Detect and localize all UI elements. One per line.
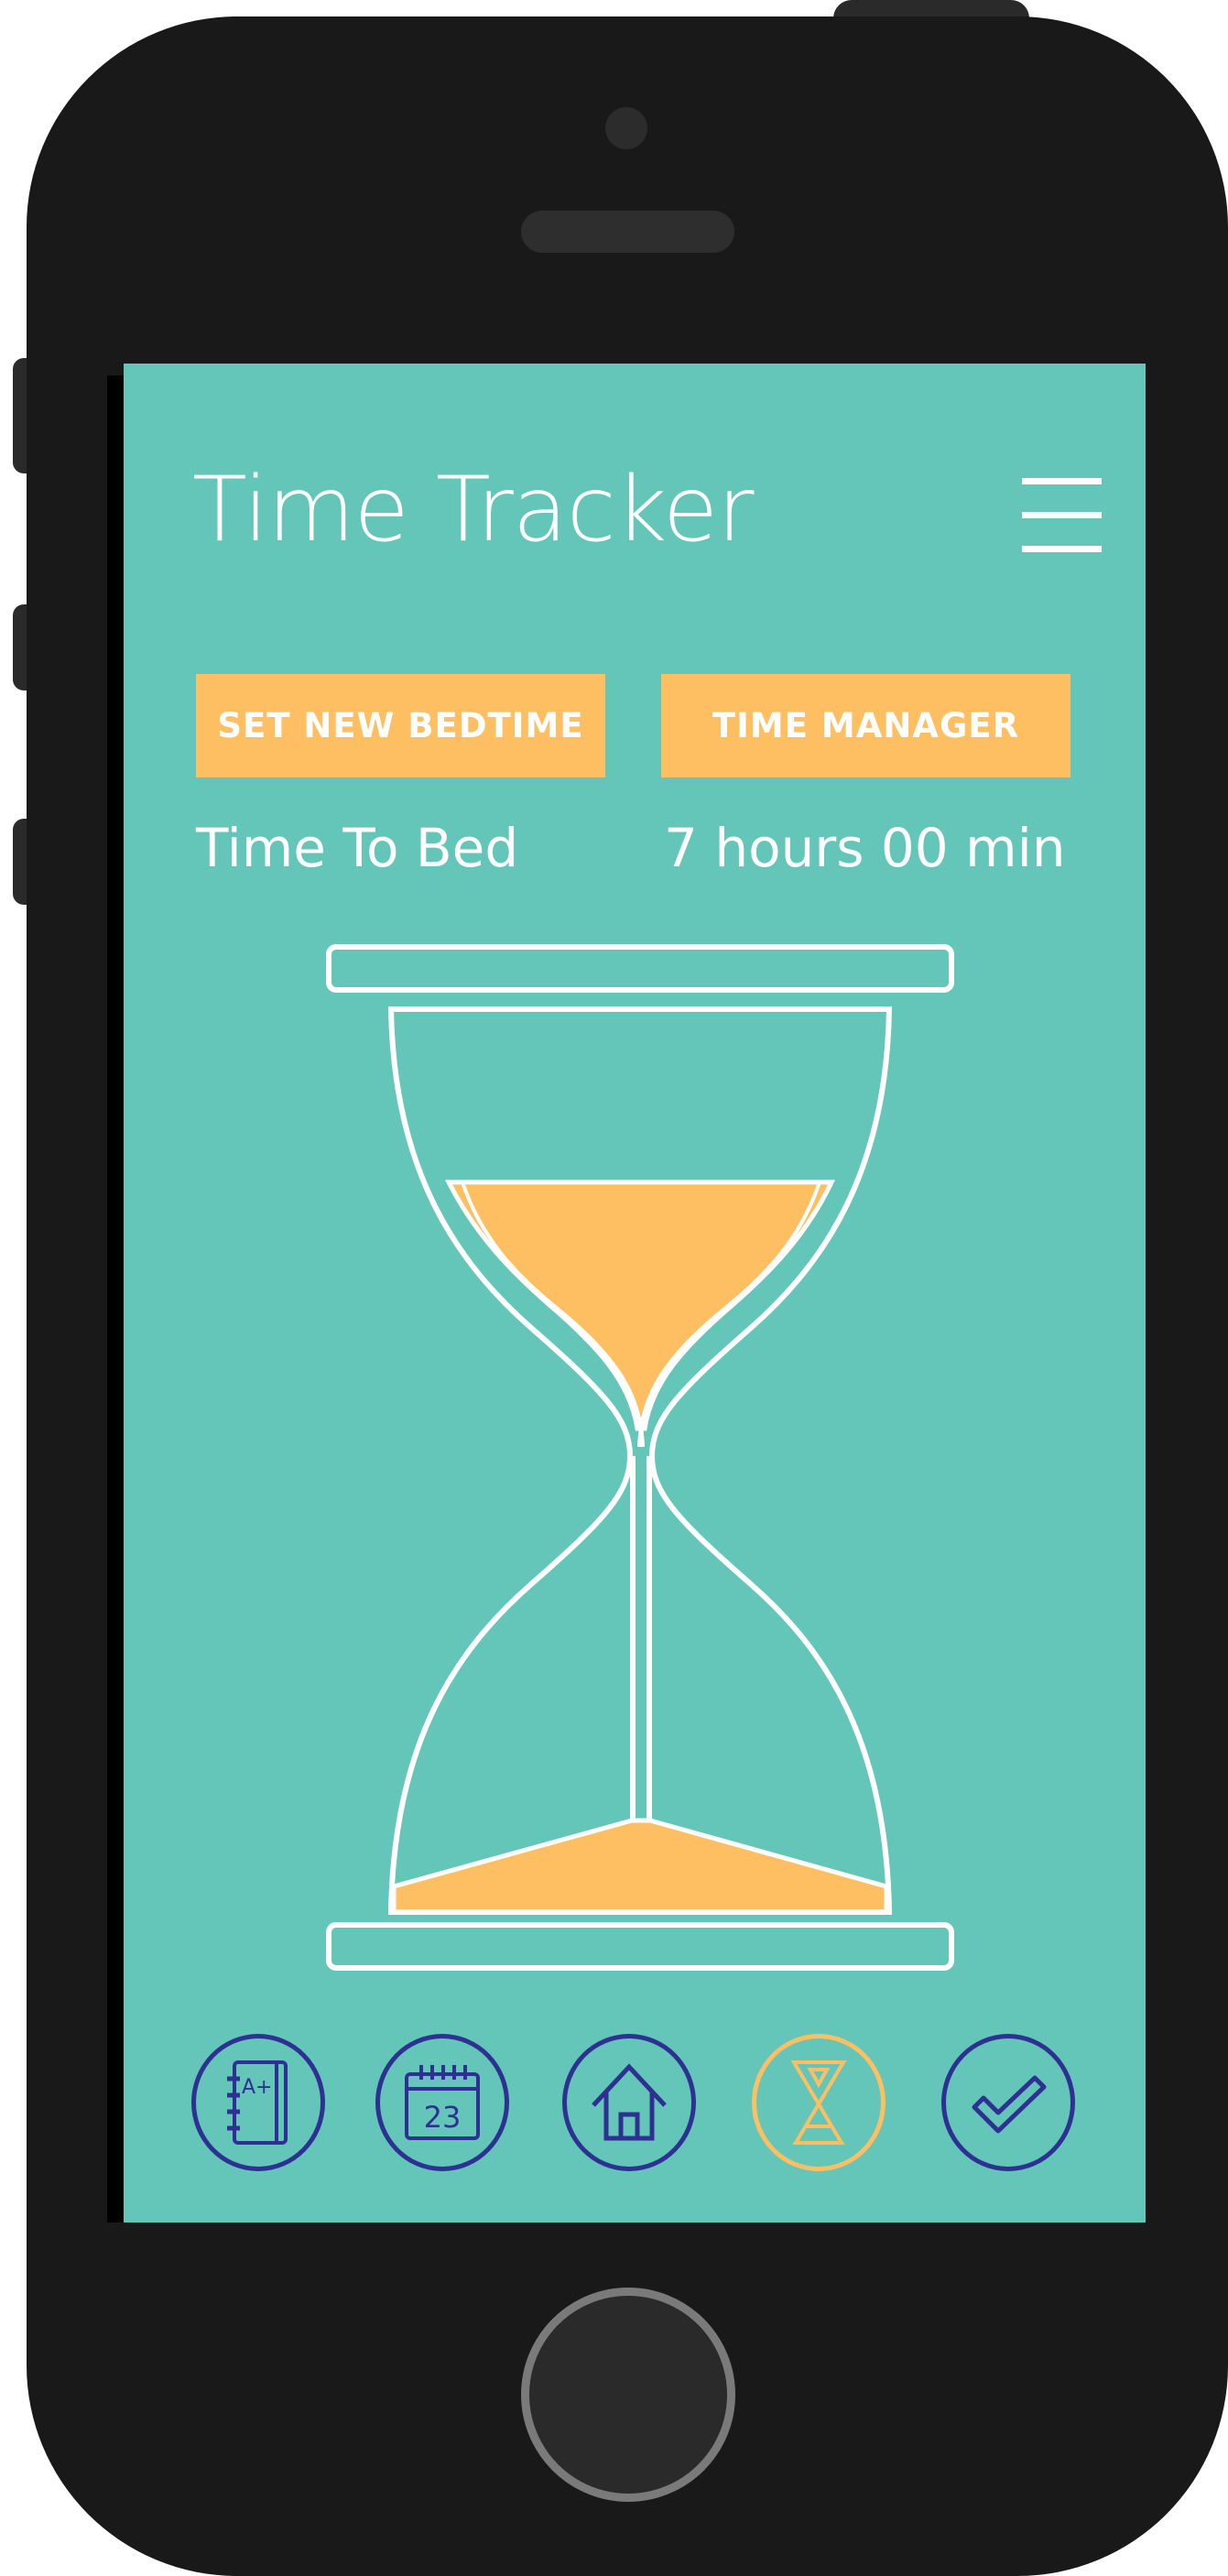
home-icon [592, 2063, 667, 2141]
nav-calendar-button[interactable]: 23 [375, 2034, 509, 2171]
phone-home-button[interactable] [521, 2288, 735, 2502]
hourglass-icon [790, 2060, 847, 2145]
nav-tasks-button[interactable] [941, 2034, 1075, 2171]
hourglass-glass-outline [387, 1006, 893, 1915]
nav-home-button[interactable] [562, 2034, 696, 2171]
checkmark-icon [972, 2075, 1047, 2134]
hourglass-illustration [326, 944, 954, 1971]
hourglass-top-plate [326, 944, 954, 993]
bottom-sand [391, 1818, 889, 1915]
grade-badge: A+ [242, 2076, 272, 2099]
nav-grades-button[interactable]: A+ [191, 2034, 325, 2171]
notebook-icon: A+ [227, 2060, 288, 2145]
calendar-day: 23 [424, 2100, 462, 2135]
nav-time-tracker-button[interactable] [752, 2034, 886, 2171]
hourglass-bottom-plate [326, 1922, 954, 1971]
calendar-icon: 23 [405, 2065, 480, 2140]
